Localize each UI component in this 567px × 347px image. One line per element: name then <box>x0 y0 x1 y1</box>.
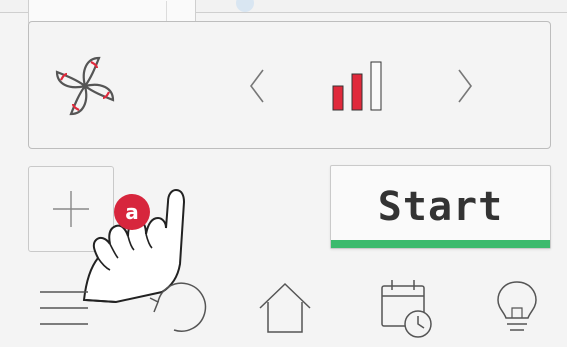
fan-icon <box>55 56 115 116</box>
menu-icon <box>40 291 88 325</box>
menu-button[interactable] <box>30 272 100 342</box>
fan-speed-panel <box>28 21 551 149</box>
lightbulb-icon <box>497 281 537 331</box>
timer-button[interactable] <box>370 272 440 342</box>
timer-icon <box>381 280 432 338</box>
home-button[interactable] <box>250 272 320 342</box>
chevron-left-icon[interactable] <box>247 66 267 106</box>
start-button-accent <box>331 240 550 248</box>
level-bar-1 <box>332 85 344 111</box>
level-bar-3 <box>370 61 382 111</box>
annotation-marker-label: a <box>125 200 139 224</box>
bottom-nav <box>0 272 567 347</box>
top-card-divider <box>166 1 167 23</box>
undo-icon <box>149 282 207 332</box>
home-icon <box>259 282 311 333</box>
fan-level-indicator <box>332 61 382 111</box>
light-button[interactable] <box>482 272 552 342</box>
start-button[interactable]: Start <box>330 165 551 249</box>
level-bar-2 <box>351 73 363 111</box>
start-button-label: Start <box>377 184 504 230</box>
chevron-right-icon[interactable] <box>455 66 475 106</box>
undo-button[interactable] <box>140 272 210 342</box>
